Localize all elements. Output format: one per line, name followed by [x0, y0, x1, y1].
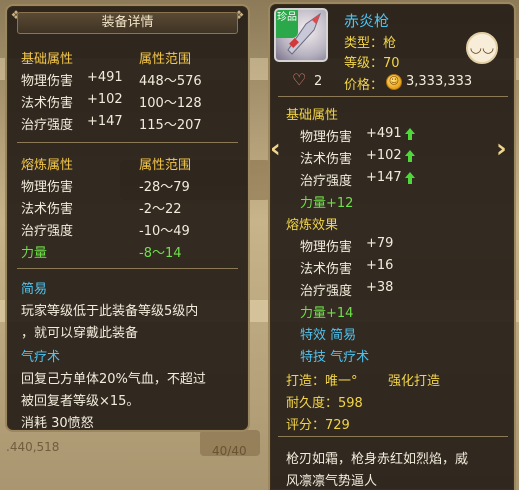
attr-name: 物理伤害	[21, 74, 74, 89]
refine-value: +38	[366, 280, 394, 295]
eye-closed-icon[interactable]: ◡◡	[466, 32, 498, 64]
forge-label: 打造：唯一°	[286, 374, 358, 389]
refine-name: 治疗强度	[300, 284, 353, 299]
refine-range: -2～22	[139, 202, 182, 217]
attr-value: +147	[87, 114, 123, 129]
score: 评分：729	[286, 418, 350, 433]
special-effect-desc: 玩家等级低于此装备等级5级内	[21, 304, 199, 319]
flavor-text: 风凛凛气势逼人	[286, 474, 378, 489]
refine-attr-header: 熔炼属性	[21, 158, 74, 173]
refine-name: 力量	[21, 246, 48, 261]
special-effect-name: 简易	[21, 282, 48, 297]
coin-icon: ☺	[386, 74, 402, 90]
attr-range: 100～128	[139, 96, 202, 111]
refine-range: -8～14	[139, 246, 182, 261]
refine-range-header: 属性范围	[139, 158, 192, 173]
attr-name: 法术伤害	[300, 152, 353, 167]
item-info-panel: 珍品 赤炎枪 类型：枪 等级：70 ◡◡ ♡ 2 价格： ☺ 3,333,333…	[268, 2, 516, 490]
prev-arrow-icon[interactable]: ‹	[270, 136, 281, 162]
divider	[278, 96, 508, 97]
special-skill-desc: 回复己方单体20%气血，不超过	[21, 372, 206, 387]
refine-range: -10～49	[139, 224, 190, 239]
attr-name: 治疗强度	[21, 118, 74, 133]
special-skill[interactable]: 特技 气疗术	[300, 346, 369, 365]
attr-value: +102	[366, 148, 402, 163]
item-level: 等级：70	[344, 56, 400, 71]
refine-name: 治疗强度	[21, 224, 74, 239]
base-range-header: 属性范围	[139, 52, 192, 67]
refine-bonus: 力量+14	[300, 306, 354, 321]
item-type: 类型：枪	[344, 36, 397, 51]
attr-name: 法术伤害	[21, 96, 74, 111]
forge-tag: 强化打造	[388, 374, 441, 389]
divider	[17, 268, 238, 269]
attr-name: 物理伤害	[300, 130, 353, 145]
refine-name: 物理伤害	[300, 240, 353, 255]
special-effect-desc: ，就可以穿戴此装备	[21, 326, 139, 341]
refine-range: -28～79	[139, 180, 190, 195]
divider	[17, 142, 238, 143]
base-bonus: 力量+12	[300, 196, 354, 211]
base-attr-header: 基础属性	[286, 108, 339, 123]
next-arrow-icon[interactable]: ›	[496, 136, 507, 162]
attr-range: 115～207	[139, 118, 202, 133]
refine-name: 物理伤害	[21, 180, 74, 195]
refine-name: 法术伤害	[21, 202, 74, 217]
item-icon-spear[interactable]: 珍品	[274, 8, 328, 62]
special-skill-desc: 被回复者等级×15。	[21, 394, 140, 409]
attr-value: +102	[87, 92, 123, 107]
attr-name: 治疗强度	[300, 174, 353, 189]
item-name: 赤炎枪	[344, 12, 390, 30]
attr-range: 448～576	[139, 74, 202, 89]
quality-tag: 珍品	[276, 10, 298, 38]
panel-title: 装备详情	[17, 12, 238, 34]
equipment-detail-panel: ❖ ❖ 装备详情 基础属性 属性范围 物理伤害 +491 448～576 法术伤…	[5, 4, 250, 432]
price-value: 3,333,333	[406, 74, 473, 89]
price-label: 价格：	[344, 78, 384, 93]
attr-value: +491	[87, 70, 123, 85]
base-attr-header: 基础属性	[21, 52, 74, 67]
attr-value: +147	[366, 170, 402, 185]
bg-value: .440,518	[6, 440, 60, 454]
flavor-text: 枪刃如霜，枪身赤红如烈焰，威	[286, 452, 469, 467]
durability: 耐久度：598	[286, 396, 363, 411]
bg-counter: 40/40	[212, 444, 247, 458]
refine-effect-header: 熔炼效果	[286, 218, 339, 233]
special-skill-cost: 消耗 30愤怒	[21, 416, 94, 431]
divider	[278, 436, 508, 437]
attr-value: +491	[366, 126, 402, 141]
like-count: 2	[314, 74, 323, 89]
arrow-up-icon	[404, 172, 416, 184]
special-effect[interactable]: 特效 简易	[300, 324, 356, 343]
refine-name: 法术伤害	[300, 262, 353, 277]
refine-value: +16	[366, 258, 394, 273]
heart-icon[interactable]: ♡	[292, 70, 306, 89]
arrow-up-icon	[404, 150, 416, 162]
special-skill-name: 气疗术	[21, 350, 61, 365]
refine-value: +79	[366, 236, 394, 251]
arrow-up-icon	[404, 128, 416, 140]
